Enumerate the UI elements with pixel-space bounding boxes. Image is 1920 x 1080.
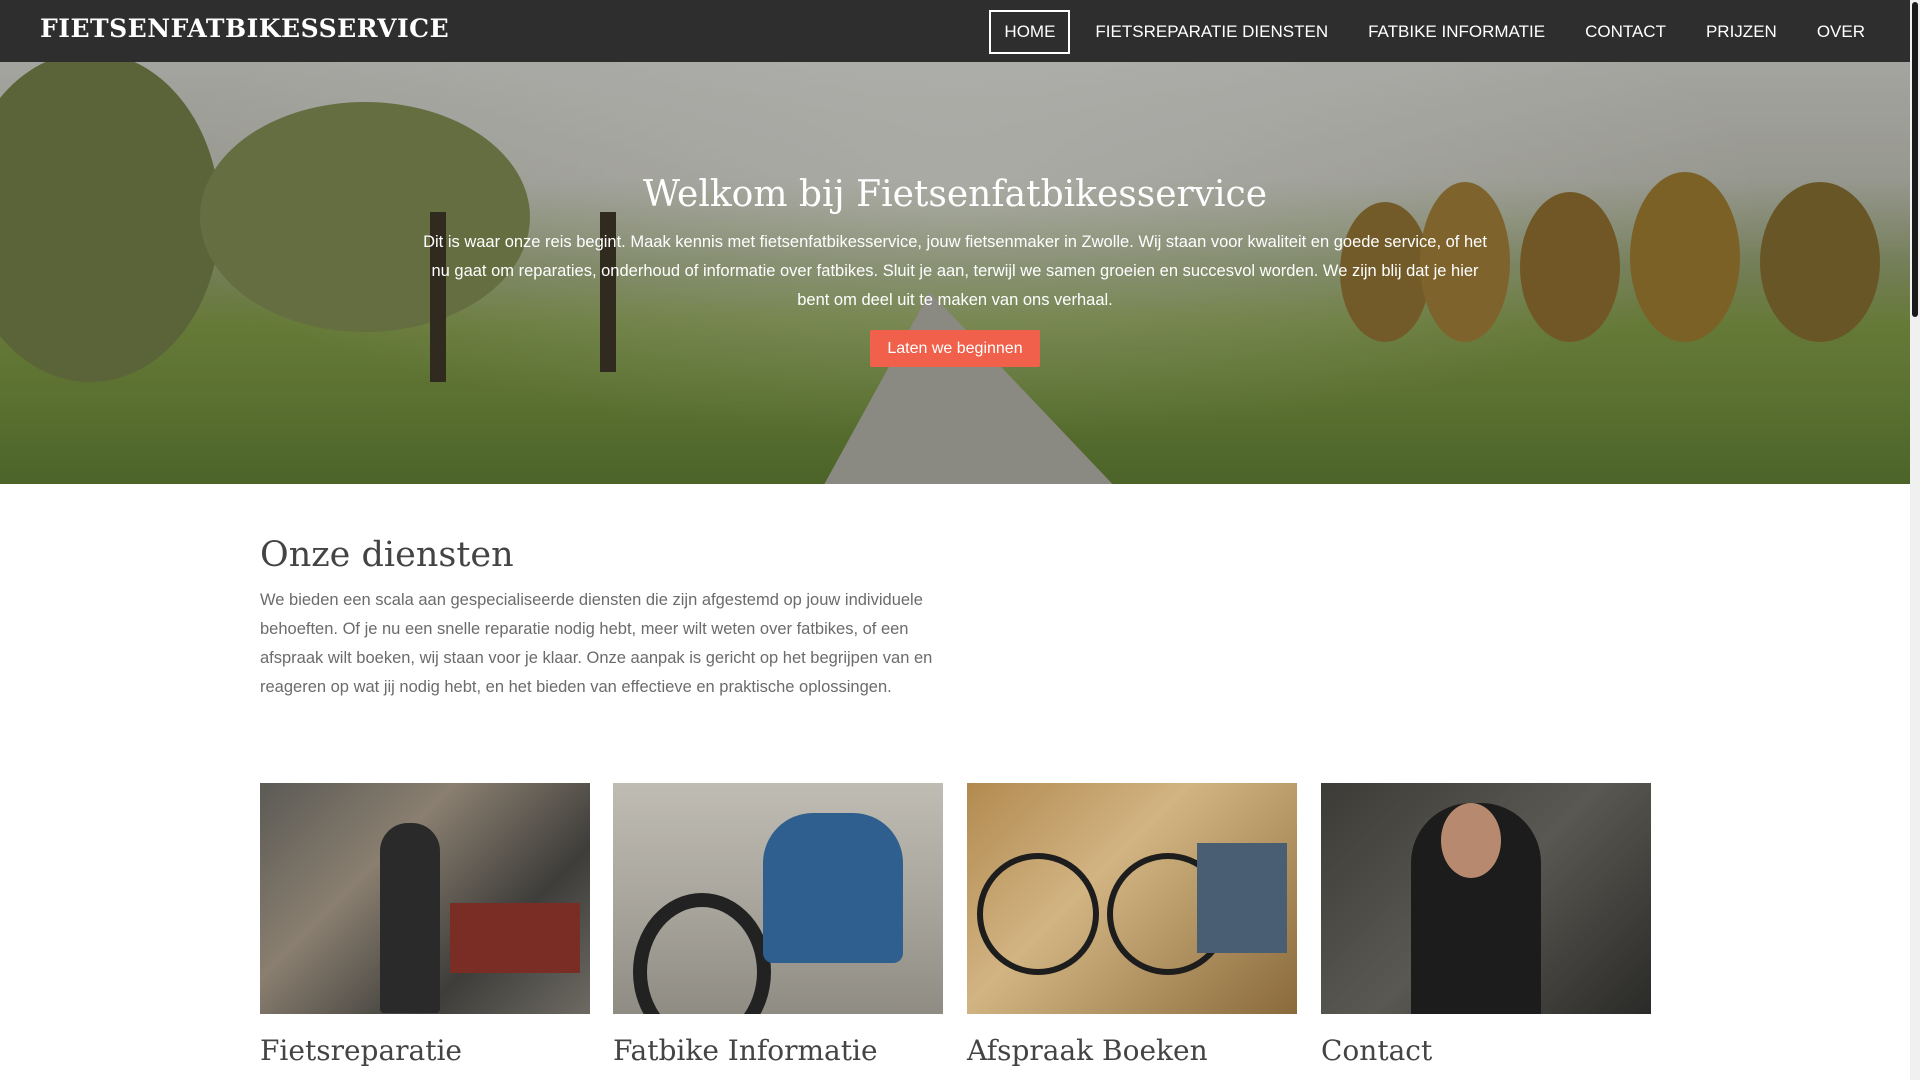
services-description: We bieden een scala aan gespecialiseerde… xyxy=(260,591,933,696)
mechanic-figure xyxy=(380,823,440,1013)
scrollbar-thumb[interactable] xyxy=(1912,2,1918,317)
page-scrollbar[interactable] xyxy=(1910,0,1920,1080)
card-title[interactable]: Afspraak Boeken xyxy=(967,1034,1297,1067)
hero-banner: Welkom bij Fietsenfatbikesservice Dit is… xyxy=(0,62,1910,484)
rider-figure xyxy=(763,813,903,963)
card-image-repair-workshop[interactable] xyxy=(260,783,590,1014)
nav-item-home[interactable]: HOME xyxy=(989,10,1071,54)
bike-wheel xyxy=(977,853,1099,975)
services-heading: Onze diensten xyxy=(260,535,514,575)
card-title[interactable]: Fietsreparatie xyxy=(260,1034,590,1067)
tool-wall xyxy=(1197,843,1287,953)
service-card-contact[interactable]: Contact xyxy=(1321,783,1651,1067)
nav-item-over[interactable]: OVER xyxy=(1802,10,1880,54)
service-card-fietsreparatie[interactable]: Fietsreparatie xyxy=(260,783,590,1067)
card-image-bike-workshop[interactable] xyxy=(967,783,1297,1014)
nav-item-prijzen[interactable]: PRIJZEN xyxy=(1691,10,1792,54)
fatbike-wheel xyxy=(633,893,771,1014)
main-nav: HOME FIETSREPARATIE DIENSTEN FATBIKE INF… xyxy=(979,10,1880,54)
card-title[interactable]: Fatbike Informatie xyxy=(613,1034,943,1067)
nav-item-contact[interactable]: CONTACT xyxy=(1570,10,1681,54)
card-title[interactable]: Contact xyxy=(1321,1034,1651,1067)
get-started-button[interactable]: Laten we beginnen xyxy=(870,330,1040,367)
nav-item-fietsreparatie-diensten[interactable]: FIETSREPARATIE DIENSTEN xyxy=(1080,10,1343,54)
hero-title: Welkom bij Fietsenfatbikesservice xyxy=(642,174,1268,215)
top-navigation-bar: FIETSENFATBIKESSERVICE HOME FIETSREPARAT… xyxy=(0,0,1910,62)
card-image-mechanic-portrait[interactable] xyxy=(1321,783,1651,1014)
nav-item-fatbike-informatie[interactable]: FATBIKE INFORMATIE xyxy=(1353,10,1560,54)
service-card-afspraak-boeken[interactable]: Afspraak Boeken xyxy=(967,783,1297,1067)
mechanic-face xyxy=(1441,803,1501,878)
card-image-fatbike-rider[interactable] xyxy=(613,783,943,1014)
site-logo-text[interactable]: FIETSENFATBIKESSERVICE xyxy=(40,14,449,43)
workshop-table xyxy=(450,903,580,973)
service-card-fatbike-informatie[interactable]: Fatbike Informatie xyxy=(613,783,943,1067)
hero-description: Dit is waar onze reis begint. Maak kenni… xyxy=(423,233,1487,309)
